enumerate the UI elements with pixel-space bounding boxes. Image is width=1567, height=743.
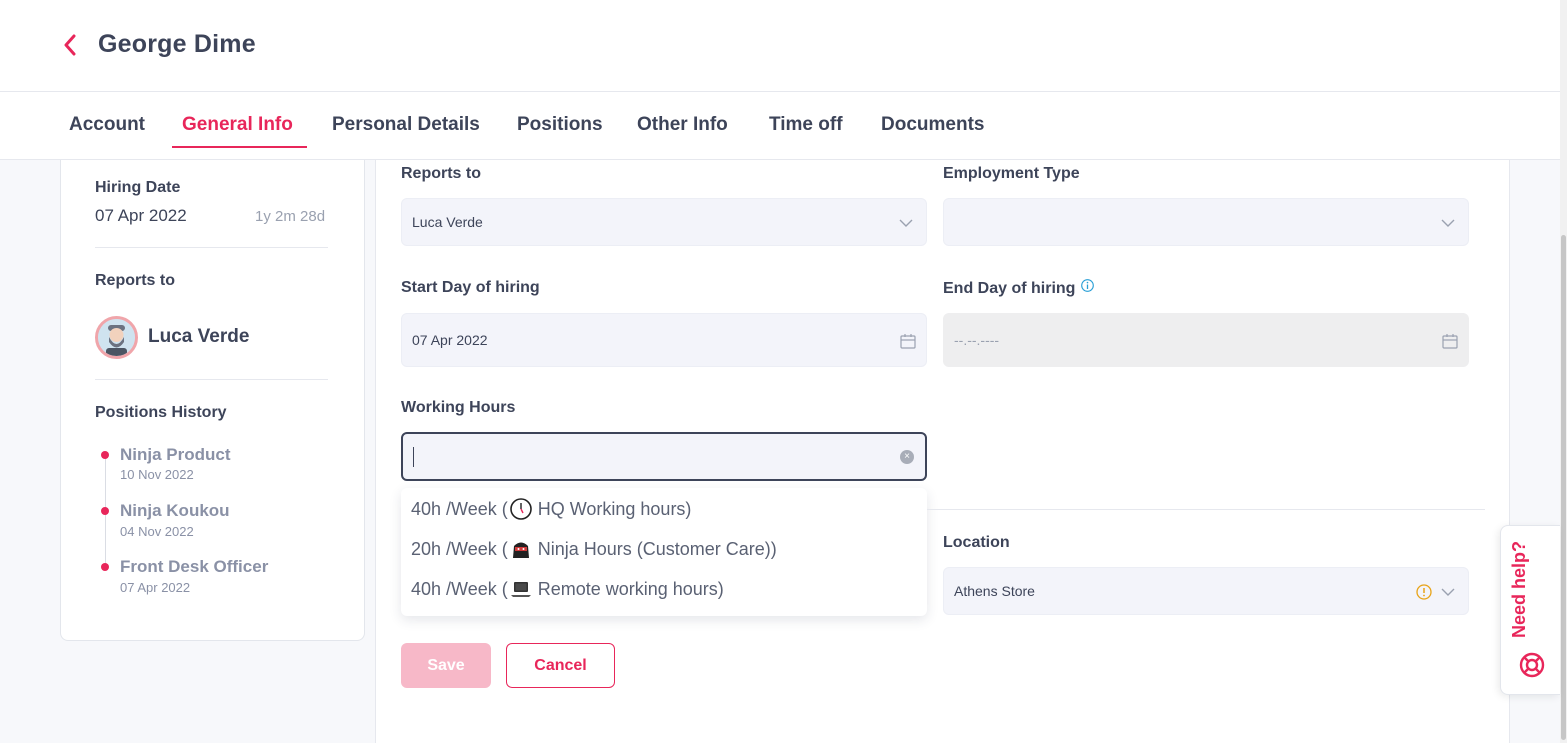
chevron-left-icon <box>64 34 76 56</box>
working-hours-option[interactable]: 40h /Week ( HQ Working hours) <box>411 498 691 520</box>
reports-to-label: Reports to <box>95 272 175 289</box>
lifebuoy-icon <box>1519 652 1545 678</box>
position-date: 07 Apr 2022 <box>120 580 191 595</box>
position-date: 04 Nov 2022 <box>120 524 194 539</box>
text-caret <box>413 447 414 467</box>
reports-to-select[interactable]: Luca Verde <box>401 198 927 246</box>
tab-account[interactable]: Account <box>69 114 145 136</box>
hiring-date-value: 07 Apr 2022 <box>95 206 187 225</box>
start-day-label: Start Day of hiring <box>401 279 540 296</box>
reports-to-value: Luca Verde <box>412 214 483 230</box>
reports-to-field-label: Reports to <box>401 165 481 182</box>
employment-type-select[interactable] <box>943 198 1469 246</box>
working-hours-option[interactable]: 40h /Week ( Remote working hours) <box>411 578 724 600</box>
location-value: Athens Store <box>954 583 1035 599</box>
clock-icon <box>509 498 532 520</box>
avatar <box>95 316 138 359</box>
option-label: HQ Working hours) <box>537 498 692 519</box>
position-title: Ninja Koukou <box>120 501 230 520</box>
option-label: Remote working hours) <box>537 578 724 599</box>
calendar-icon[interactable] <box>900 333 916 349</box>
tab-documents[interactable]: Documents <box>881 114 984 136</box>
scrollbar-thumb[interactable] <box>1561 235 1566 740</box>
chevron-down-icon <box>899 219 913 227</box>
position-title: Front Desk Officer <box>120 557 269 576</box>
start-day-value: 07 Apr 2022 <box>412 332 488 348</box>
cancel-button[interactable]: Cancel <box>506 643 615 688</box>
warning-icon[interactable] <box>1416 584 1432 600</box>
divider <box>95 379 328 380</box>
person-avatar-icon <box>98 319 135 356</box>
location-select[interactable]: Athens Store <box>943 567 1469 615</box>
working-hours-option[interactable]: 20h /Week ( Ninja Hours (Customer Care)) <box>411 538 777 560</box>
option-hours: 40h /Week ( <box>411 578 508 599</box>
back-button[interactable] <box>58 30 82 60</box>
info-icon[interactable] <box>1081 279 1095 292</box>
page-header: George Dime <box>0 0 1560 92</box>
need-help-label: Need help? <box>1509 540 1529 638</box>
tab-time-off[interactable]: Time off <box>769 114 843 136</box>
positions-history-label: Positions History <box>95 404 227 421</box>
option-label: Ninja Hours (Customer Care)) <box>537 538 777 559</box>
timeline-dot <box>101 451 109 459</box>
tab-positions[interactable]: Positions <box>517 114 603 136</box>
chevron-down-icon <box>1441 219 1455 227</box>
save-button[interactable]: Save <box>401 643 491 688</box>
tenure-value: 1y 2m 28d <box>255 208 326 225</box>
clear-icon[interactable]: × <box>900 450 914 464</box>
tab-other-info[interactable]: Other Info <box>637 114 728 136</box>
end-day-label-text: End Day of hiring <box>943 280 1076 297</box>
manager-name[interactable]: Luca Verde <box>148 326 249 348</box>
end-day-label: End Day of hiring <box>943 279 1095 298</box>
end-day-placeholder: --.--.---- <box>954 332 1000 348</box>
position-date: 10 Nov 2022 <box>120 467 194 482</box>
option-hours: 20h /Week ( <box>411 538 508 559</box>
active-tab-indicator <box>172 146 307 148</box>
employment-type-label: Employment Type <box>943 165 1080 182</box>
ninja-icon <box>512 542 529 558</box>
working-hours-label: Working Hours <box>401 399 516 416</box>
working-hours-dropdown: 40h /Week ( HQ Working hours) 20h /Week … <box>401 488 927 616</box>
tab-general-info[interactable]: General Info <box>182 114 293 136</box>
position-title: Ninja Product <box>120 445 231 464</box>
option-hours: 40h /Week ( <box>411 498 508 519</box>
location-label: Location <box>943 534 1010 551</box>
need-help-button[interactable]: Need help? <box>1500 525 1560 695</box>
working-hours-input[interactable]: × <box>401 432 927 481</box>
timeline-dot <box>101 563 109 571</box>
hiring-date-label: Hiring Date <box>95 179 181 196</box>
divider <box>95 247 328 248</box>
calendar-icon <box>1442 334 1458 349</box>
timeline-dot <box>101 507 109 515</box>
start-day-datepicker[interactable]: 07 Apr 2022 <box>401 313 927 367</box>
tab-personal-details[interactable]: Personal Details <box>332 114 480 136</box>
section-divider <box>927 509 1485 510</box>
page-title: George Dime <box>98 30 256 58</box>
end-day-datepicker: --.--.---- <box>943 313 1469 367</box>
laptop-icon <box>510 582 531 597</box>
tab-bar: Account General Info Personal Details Po… <box>0 92 1560 160</box>
chevron-down-icon <box>1441 588 1455 596</box>
